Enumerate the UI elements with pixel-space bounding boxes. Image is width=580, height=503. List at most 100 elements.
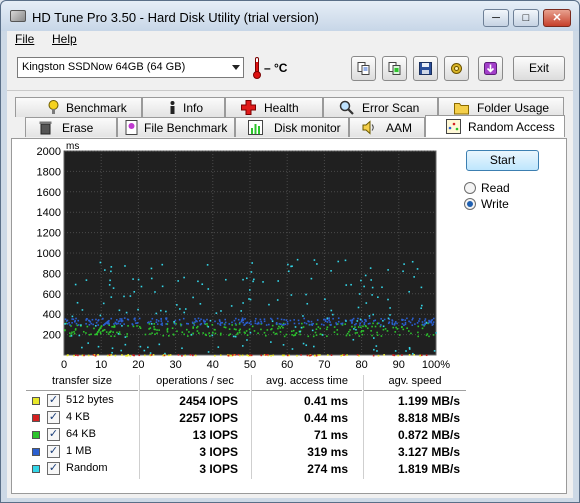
chart-point <box>184 354 186 357</box>
col-transfer-size: transfer size <box>26 375 138 391</box>
chart-point <box>150 277 153 280</box>
options-button[interactable] <box>444 56 469 81</box>
chart-point <box>204 320 207 323</box>
chart-point <box>183 311 186 314</box>
chart-point <box>242 302 244 304</box>
chart-point <box>165 310 167 313</box>
chart-point <box>245 322 248 324</box>
client-area: Kingston SSDNow 64GB (64 GB) – °C Exit B… <box>7 49 573 498</box>
tab-file-benchmark[interactable]: File Benchmark <box>117 117 235 137</box>
chart-point <box>326 317 329 320</box>
chart-point <box>432 334 435 336</box>
menu-help[interactable]: Help <box>52 32 77 46</box>
tab-erase[interactable]: Erase <box>25 117 117 137</box>
chart-point <box>85 332 87 334</box>
chart-point <box>376 331 378 334</box>
chart-point <box>413 276 415 278</box>
chart-point <box>220 310 222 312</box>
chart-point <box>144 333 147 336</box>
chart-point <box>282 326 284 329</box>
tab-info[interactable]: Info <box>142 97 225 117</box>
chart-point <box>209 319 212 322</box>
chart-point <box>272 331 275 334</box>
chart-point <box>294 333 297 336</box>
tab-benchmark[interactable]: Benchmark <box>15 97 142 117</box>
chart-point <box>312 335 315 338</box>
chart-point <box>161 263 164 266</box>
download-button[interactable] <box>478 56 503 81</box>
copy-info-button[interactable] <box>382 56 407 81</box>
chart-point <box>126 354 129 357</box>
chart-point <box>234 322 237 325</box>
x-tick-label: 40 <box>207 359 219 369</box>
chart-point <box>246 334 249 336</box>
chart-point <box>316 263 318 265</box>
chart-point <box>351 325 353 328</box>
minimize-button[interactable]: ─ <box>483 9 509 27</box>
chart-point <box>310 320 313 323</box>
chart-point <box>376 350 378 352</box>
start-button[interactable]: Start <box>466 150 539 171</box>
chart-point <box>380 318 382 320</box>
chart-point <box>158 329 160 331</box>
chart-point <box>74 283 77 286</box>
chart-point <box>408 320 410 323</box>
series-checkbox[interactable]: ✓ <box>47 394 60 407</box>
chart-point <box>418 318 421 320</box>
chart-point <box>291 334 293 336</box>
drive-select[interactable]: Kingston SSDNow 64GB (64 GB) <box>17 57 244 78</box>
x-tick-label: 100% <box>422 359 450 369</box>
series-checkbox[interactable]: ✓ <box>47 428 60 441</box>
close-button[interactable]: ✕ <box>543 9 571 27</box>
maximize-button[interactable]: □ <box>513 9 539 27</box>
chart-point <box>387 317 390 320</box>
chart-point <box>362 325 364 328</box>
chart-point <box>154 333 156 336</box>
chart-point <box>233 328 236 330</box>
series-checkbox[interactable]: ✓ <box>47 462 60 475</box>
read-radio[interactable]: Read <box>464 180 554 196</box>
tab-folder-usage[interactable]: Folder Usage <box>438 97 564 117</box>
series-checkbox[interactable]: ✓ <box>47 411 60 424</box>
chart-point <box>253 330 256 332</box>
chart-point <box>327 354 329 356</box>
chart-point <box>192 354 194 357</box>
menu-file[interactable]: File <box>15 32 34 46</box>
chart-point <box>138 317 141 320</box>
chart-point <box>155 321 158 324</box>
tab-error-scan[interactable]: Error Scan <box>323 97 438 117</box>
chart-point <box>88 323 91 326</box>
chart-point <box>369 322 371 325</box>
file-benchmark-icon <box>125 120 138 135</box>
chart-point <box>118 309 121 312</box>
menu-bar: File Help <box>7 31 573 49</box>
chart-point <box>432 323 434 325</box>
chart-point <box>241 345 244 347</box>
chart-point <box>148 321 150 323</box>
chart-point <box>414 323 416 325</box>
chart-point <box>403 263 405 265</box>
tab-disk-monitor[interactable]: Disk monitor <box>235 117 349 137</box>
chart-point <box>85 279 88 281</box>
tab-aam[interactable]: AAM <box>349 117 425 137</box>
chart-point <box>235 317 237 320</box>
series-checkbox[interactable]: ✓ <box>47 445 60 458</box>
chart-point <box>149 333 151 335</box>
write-radio[interactable]: Write <box>464 196 554 212</box>
chart-point <box>348 330 350 333</box>
tab-random-access[interactable]: Random Access <box>425 115 565 137</box>
chart-point <box>120 318 123 320</box>
chart-point <box>230 305 233 307</box>
chart-point <box>367 323 370 325</box>
chart-point <box>113 324 116 327</box>
save-button[interactable] <box>413 56 438 81</box>
chart-point <box>401 319 403 321</box>
chart-point <box>384 328 387 330</box>
copy-text-button[interactable] <box>351 56 376 81</box>
chart-point <box>424 319 426 322</box>
chart-point <box>305 293 307 296</box>
chart-point <box>348 334 351 337</box>
exit-button[interactable]: Exit <box>513 56 565 81</box>
chart-point <box>90 333 92 336</box>
tab-health[interactable]: Health <box>225 97 323 117</box>
